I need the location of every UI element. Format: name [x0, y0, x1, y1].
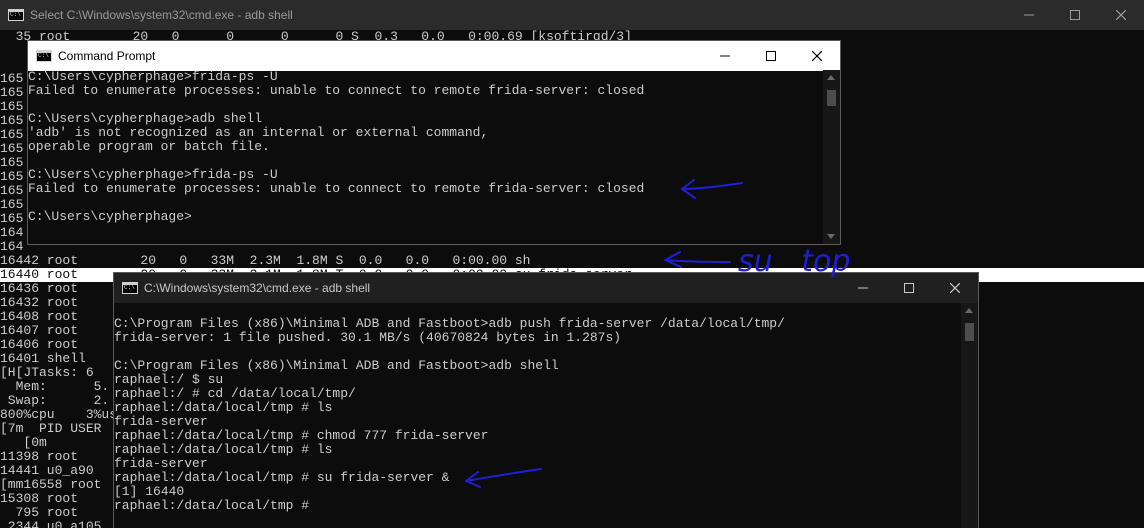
- minimize-icon: [720, 55, 730, 57]
- adb-shell-title: C:\Windows\system32\cmd.exe - adb shell: [144, 281, 371, 295]
- console-line: C:\Program Files (x86)\Minimal ADB and F…: [114, 358, 559, 373]
- cmd-icon: [8, 9, 24, 21]
- scroll-down-icon[interactable]: [827, 234, 835, 239]
- maximize-button[interactable]: [1052, 0, 1098, 30]
- console-line: raphael:/data/local/tmp # ls: [114, 442, 333, 457]
- close-button[interactable]: [932, 273, 978, 303]
- scrollbar[interactable]: [823, 70, 840, 244]
- close-button[interactable]: [1098, 0, 1144, 30]
- command-prompt-titlebar[interactable]: Command Prompt: [28, 41, 840, 71]
- maximize-button[interactable]: [748, 41, 794, 71]
- close-button[interactable]: [794, 41, 840, 71]
- scrollbar-thumb[interactable]: [965, 323, 974, 341]
- adb-shell-titlebar[interactable]: C:\Windows\system32\cmd.exe - adb shell: [114, 273, 978, 303]
- cmd-icon: [122, 282, 138, 294]
- console-line: raphael:/data/local/tmp # chmod 777 frid…: [114, 428, 489, 443]
- console-line: frida-server: 1 file pushed. 30.1 MB/s (…: [114, 330, 622, 345]
- console-line: Failed to enumerate processes: unable to…: [28, 181, 645, 196]
- minimize-button[interactable]: [702, 41, 748, 71]
- close-icon: [812, 51, 822, 61]
- console-line: C:\Users\cypherphage>frida-ps -U: [28, 70, 278, 84]
- console-line: frida-server: [114, 414, 208, 429]
- console-line: C:\Users\cypherphage>frida-ps -U: [28, 167, 278, 182]
- console-line: C:\Users\cypherphage>adb shell: [28, 111, 263, 126]
- scroll-up-icon[interactable]: [827, 75, 835, 80]
- console-line: raphael:/data/local/tmp # su frida-serve…: [114, 470, 450, 485]
- adb-shell-output[interactable]: C:\Program Files (x86)\Minimal ADB and F…: [114, 303, 961, 528]
- command-prompt-title: Command Prompt: [58, 49, 156, 63]
- background-window-title: Select C:\Windows\system32\cmd.exe - adb…: [30, 8, 293, 22]
- maximize-icon: [904, 283, 914, 293]
- command-prompt-window[interactable]: Command Prompt C:\Users\cypherphage>frid…: [27, 40, 841, 245]
- console-line: C:\Users\cypherphage>: [28, 209, 192, 224]
- console-line: operable program or batch file.: [28, 139, 270, 154]
- command-prompt-output[interactable]: C:\Users\cypherphage>frida-ps -U Failed t…: [28, 70, 823, 244]
- console-line: frida-server: [114, 456, 208, 471]
- scrollbar-thumb[interactable]: [827, 90, 836, 106]
- background-window-titlebar[interactable]: Select C:\Windows\system32\cmd.exe - adb…: [0, 0, 1144, 30]
- console-line: 'adb' is not recognized as an internal o…: [28, 125, 489, 140]
- close-icon: [1116, 10, 1126, 20]
- console-line: raphael:/ $ su: [114, 372, 224, 387]
- console-line: 16442 root 20 0 33M 2.3M 1.8M S 0.0 0.0 …: [0, 253, 531, 268]
- minimize-icon: [858, 287, 868, 289]
- minimize-button[interactable]: [1006, 0, 1052, 30]
- cmd-icon: [36, 50, 52, 62]
- adb-shell-window[interactable]: C:\Windows\system32\cmd.exe - adb shell …: [113, 272, 979, 528]
- scrollbar[interactable]: [961, 303, 978, 528]
- minimize-icon: [1024, 14, 1034, 16]
- maximize-icon: [766, 51, 776, 61]
- console-line: raphael:/ # cd /data/local/tmp/: [114, 386, 356, 401]
- close-icon: [950, 283, 960, 293]
- console-line: raphael:/data/local/tmp #: [114, 498, 310, 513]
- maximize-icon: [1070, 10, 1080, 20]
- scroll-up-icon[interactable]: [965, 308, 973, 313]
- console-line: Failed to enumerate processes: unable to…: [28, 83, 645, 98]
- console-line: C:\Program Files (x86)\Minimal ADB and F…: [114, 316, 785, 331]
- maximize-button[interactable]: [886, 273, 932, 303]
- console-line: [1] 16440: [114, 484, 185, 499]
- console-line: raphael:/data/local/tmp # ls: [114, 400, 333, 415]
- minimize-button[interactable]: [840, 273, 886, 303]
